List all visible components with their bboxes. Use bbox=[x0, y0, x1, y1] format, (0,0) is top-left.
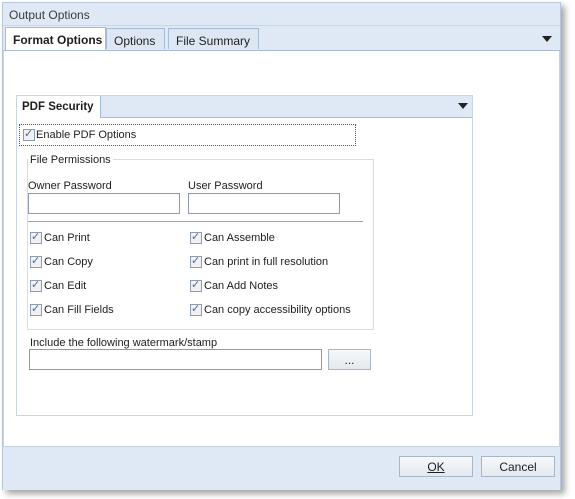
tab-menu-chevron-down-icon[interactable] bbox=[542, 36, 552, 42]
format-options-content: PDF Security Enable PDF Options File Per… bbox=[3, 51, 560, 447]
output-options-dialog: Output Options Format Options Options Fi… bbox=[2, 2, 561, 490]
can-print-label: Can Print bbox=[44, 232, 90, 244]
main-tab-strip: Format Options Options File Summary bbox=[3, 26, 560, 51]
file-permissions-title: File Permissions bbox=[28, 154, 113, 166]
cancel-button[interactable]: Cancel bbox=[481, 456, 555, 477]
tab-file-summary[interactable]: File Summary bbox=[168, 28, 259, 49]
browse-watermark-button[interactable]: ... bbox=[328, 349, 371, 370]
can-print-full-resolution-checkbox[interactable] bbox=[190, 254, 202, 268]
can-assemble-label: Can Assemble bbox=[204, 232, 275, 244]
can-add-notes-checkbox[interactable] bbox=[190, 278, 202, 292]
watermark-field[interactable] bbox=[29, 349, 322, 370]
can-copy-checkbox[interactable] bbox=[30, 254, 42, 268]
can-edit-label: Can Edit bbox=[44, 280, 87, 292]
can-copy-label: Can Copy bbox=[44, 256, 93, 268]
owner-password-field[interactable] bbox=[28, 193, 180, 214]
file-permissions-group: File Permissions Owner Password User Pas… bbox=[27, 154, 374, 330]
can-edit-checkbox[interactable] bbox=[30, 278, 42, 292]
pdf-security-panel: PDF Security Enable PDF Options File Per… bbox=[16, 95, 473, 416]
title-bar: Output Options bbox=[3, 3, 560, 26]
permissions-separator bbox=[28, 221, 363, 222]
can-fill-fields-checkbox[interactable] bbox=[30, 302, 42, 316]
tab-options-label: Options bbox=[114, 34, 156, 48]
can-assemble-checkbox[interactable] bbox=[190, 230, 202, 244]
user-password-field[interactable] bbox=[188, 193, 340, 214]
enable-pdf-options-label: Enable PDF Options bbox=[36, 129, 137, 141]
pdf-tab-chevron-down-icon[interactable] bbox=[458, 103, 468, 109]
can-print-full-resolution-label: Can print in full resolution bbox=[204, 256, 329, 268]
pdf-security-tab-label: PDF Security bbox=[22, 101, 94, 113]
cancel-button-label: Cancel bbox=[499, 460, 537, 474]
can-copy-accessibility-checkbox[interactable] bbox=[190, 302, 202, 316]
can-copy-accessibility-label: Can copy accessibility options bbox=[204, 304, 351, 316]
tab-file-summary-label: File Summary bbox=[176, 34, 251, 48]
dialog-footer: OK Cancel bbox=[3, 446, 560, 490]
enable-pdf-options-checkbox[interactable] bbox=[23, 127, 35, 141]
window-title: Output Options bbox=[9, 8, 90, 22]
ok-button-label: OK bbox=[427, 460, 445, 474]
user-password-label: User Password bbox=[188, 180, 263, 192]
can-print-checkbox[interactable] bbox=[30, 230, 42, 244]
can-fill-fields-label: Can Fill Fields bbox=[44, 304, 114, 316]
tab-format-options-label: Format Options bbox=[13, 33, 103, 47]
ok-button[interactable]: OK bbox=[399, 456, 473, 477]
tab-pdf-security[interactable]: PDF Security bbox=[17, 96, 101, 118]
watermark-label: Include the following watermark/stamp bbox=[30, 337, 218, 349]
tab-format-options[interactable]: Format Options bbox=[5, 27, 106, 50]
can-add-notes-label: Can Add Notes bbox=[204, 280, 278, 292]
enable-pdf-options-row[interactable]: Enable PDF Options bbox=[19, 124, 356, 146]
pdf-tab-row: PDF Security bbox=[17, 96, 472, 118]
owner-password-label: Owner Password bbox=[28, 180, 112, 192]
browse-button-label: ... bbox=[344, 353, 355, 367]
tab-options[interactable]: Options bbox=[106, 28, 165, 49]
